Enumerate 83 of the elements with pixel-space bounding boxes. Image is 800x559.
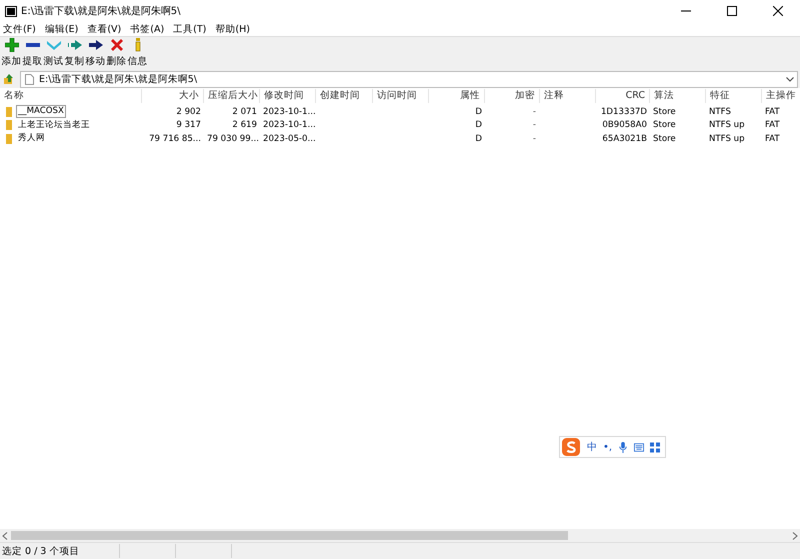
address-field[interactable]: E:\迅雷下载\就是阿朱\就是阿朱啊5\ — [20, 70, 798, 88]
table-cell: - — [532, 134, 536, 144]
table-cell: 0B9058A0 — [602, 120, 647, 130]
table-cell: 9 317 — [176, 120, 201, 130]
column-header[interactable]: 加密 — [485, 89, 540, 103]
plus-icon — [4, 38, 18, 52]
table-cell: FAT — [765, 106, 780, 117]
horizontal-scrollbar[interactable] — [0, 529, 800, 542]
toolbar-button[interactable]: 复制 — [64, 38, 85, 68]
table-cell: 79 716 85... — [149, 134, 201, 144]
menu-item[interactable]: 文件(F) — [3, 22, 36, 36]
table-cell: D — [475, 120, 482, 130]
toolbar-button[interactable]: 移动 — [85, 38, 106, 68]
arrow-right-icon — [88, 38, 102, 52]
table-cell: Store — [653, 134, 676, 144]
column-header[interactable]: 修改时间 — [260, 89, 316, 103]
column-header[interactable]: 特征 — [706, 89, 762, 103]
microphone-icon[interactable] — [618, 442, 628, 452]
grid-menu-icon[interactable] — [650, 442, 660, 452]
toolbar-button[interactable]: 提取 — [22, 38, 43, 68]
table-cell: 2023-10-1... — [263, 120, 316, 130]
table-cell: - — [532, 106, 536, 117]
table-cell: 1D13337D — [600, 106, 647, 117]
column-header[interactable]: 访问时间 — [373, 89, 429, 103]
column-header[interactable]: 属性 — [429, 89, 485, 103]
table-cell: 2023-10-1... — [263, 106, 316, 117]
column-header[interactable]: 注释 — [540, 89, 596, 103]
table-cell: NTFS up — [709, 134, 745, 144]
table-cell: Store — [653, 106, 676, 117]
check-chevron-icon — [46, 38, 60, 52]
keyboard-icon[interactable] — [634, 442, 644, 452]
table-cell: Store — [653, 120, 676, 130]
ime-logo-icon[interactable] — [561, 438, 581, 456]
ime-mode-toggle[interactable]: 中 — [587, 440, 597, 454]
cross-icon — [110, 38, 124, 52]
table-cell: 2 619 — [232, 120, 257, 130]
scroll-left-icon[interactable] — [2, 532, 8, 540]
menu-item[interactable]: 查看(V) — [87, 22, 122, 36]
table-cell: NTFS — [709, 106, 731, 117]
arrow-right-icon — [68, 38, 82, 52]
table-cell: - — [532, 120, 536, 130]
file-name[interactable]: 上老王论坛当老王 — [16, 118, 92, 132]
folder-icon — [6, 106, 12, 117]
scrollbar-thumb[interactable] — [11, 531, 568, 540]
folder-icon — [6, 120, 12, 130]
table-cell: D — [475, 106, 482, 117]
table-cell: FAT — [765, 120, 780, 130]
status-text: 选定 0 / 3 个项目 — [1, 544, 80, 558]
app-icon — [5, 6, 17, 16]
table-cell: 2023-05-0... — [263, 134, 316, 144]
dropdown-caret-icon[interactable] — [786, 76, 794, 82]
menu-item[interactable]: 书签(A) — [130, 22, 164, 36]
folder-icon — [6, 134, 12, 144]
column-header[interactable]: 名称 — [0, 89, 142, 103]
document-icon — [25, 74, 34, 84]
table-cell: 2 071 — [232, 106, 257, 117]
table-cell: D — [475, 134, 482, 144]
table-cell: 65A3021B — [602, 134, 647, 144]
maximize-icon[interactable] — [727, 6, 737, 16]
toolbar-button[interactable]: 信息 — [127, 38, 148, 68]
column-header[interactable]: 主操作 — [762, 89, 800, 103]
window-title: E:\迅雷下载\就是阿朱\就是阿朱啊5\ — [21, 4, 181, 18]
column-header[interactable]: CRC — [596, 89, 650, 103]
toolbar-button[interactable]: 添加 — [1, 38, 22, 68]
table-cell: FAT — [765, 134, 780, 144]
punctuation-toggle[interactable]: •, — [603, 442, 612, 452]
toolbar-button[interactable]: 测试 — [43, 38, 64, 68]
folder-up-icon[interactable] — [3, 73, 15, 85]
column-header[interactable]: 大小 — [142, 89, 204, 103]
column-header[interactable]: 算法 — [650, 89, 706, 103]
close-icon[interactable] — [773, 6, 783, 16]
column-header[interactable]: 压缩后大小 — [204, 89, 260, 103]
menu-item[interactable]: 工具(T) — [173, 22, 206, 36]
scroll-right-icon[interactable] — [792, 532, 798, 540]
file-name[interactable]: __MACOSX — [16, 105, 66, 118]
table-cell: 79 030 99... — [207, 134, 259, 144]
table-cell: NTFS up — [709, 120, 745, 130]
table-cell: 2 902 — [176, 106, 201, 117]
file-name[interactable]: 秀人网 — [16, 132, 47, 146]
toolbar-button[interactable]: 删除 — [106, 38, 127, 68]
menu-item[interactable]: 编辑(E) — [44, 22, 78, 36]
column-header[interactable]: 创建时间 — [316, 89, 373, 103]
menu-item[interactable]: 帮助(H) — [215, 22, 250, 36]
